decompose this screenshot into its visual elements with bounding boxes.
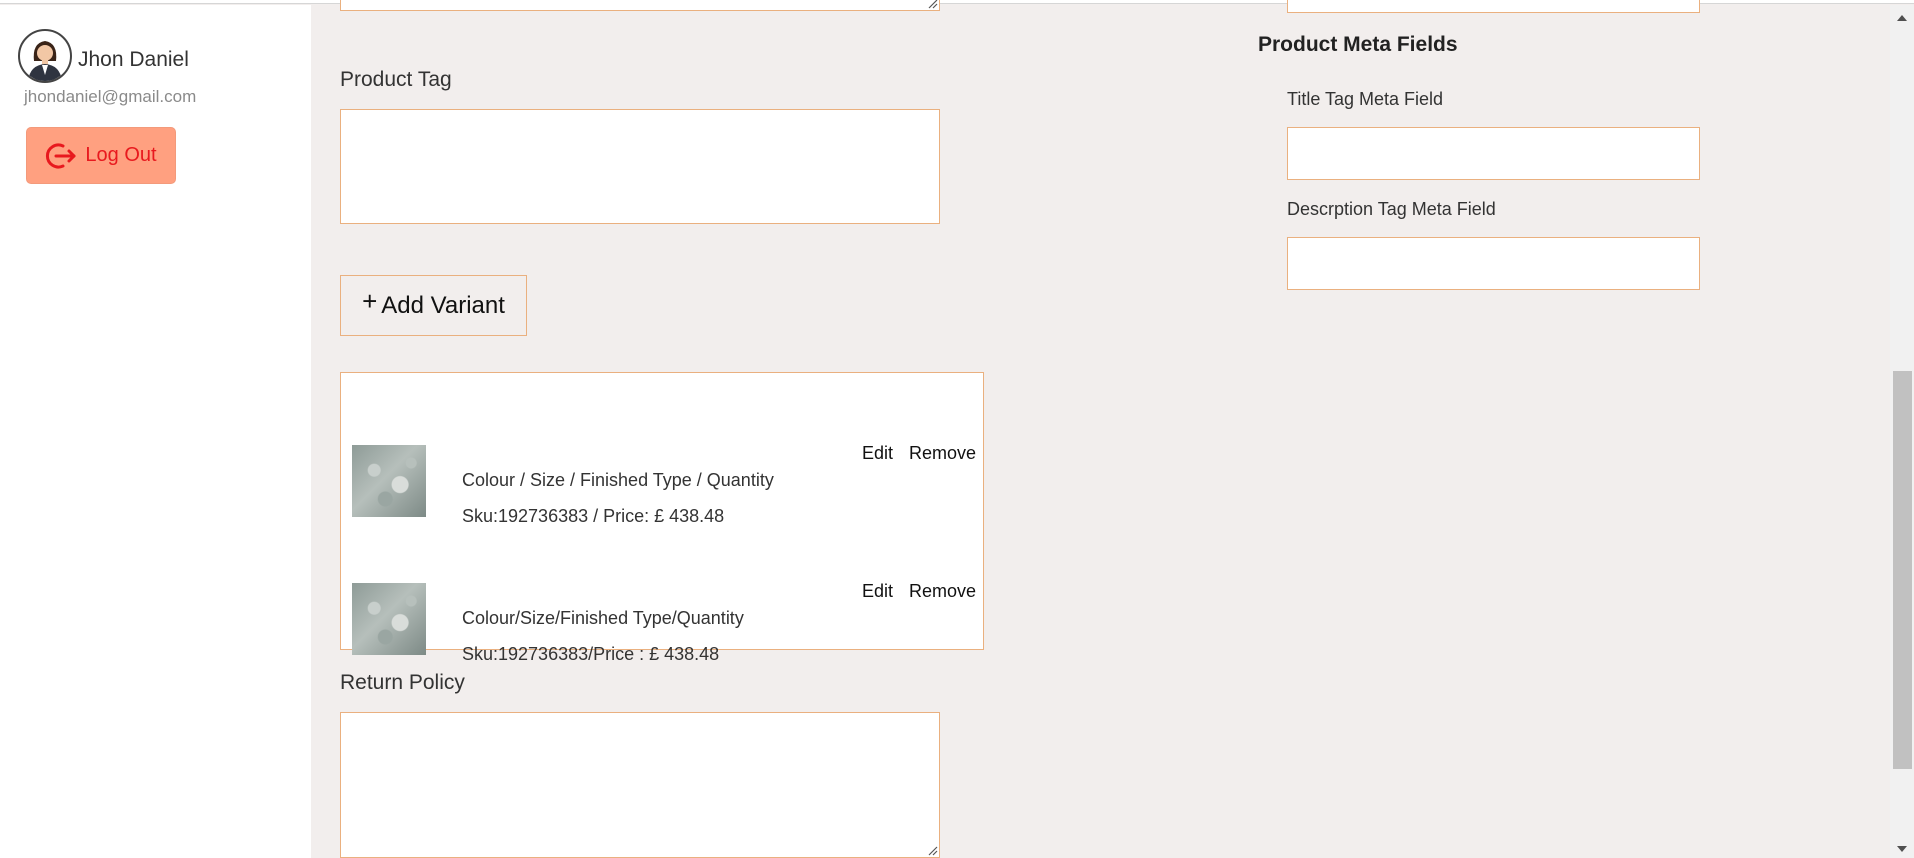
previous-meta-input[interactable] <box>1287 0 1700 13</box>
resize-grip-icon[interactable] <box>926 844 938 856</box>
variant-list: Edit Remove Colour / Size / Finished Typ… <box>340 372 984 664</box>
previous-textarea[interactable] <box>340 0 940 11</box>
add-variant-label: Add Variant <box>381 291 505 319</box>
edit-button[interactable]: Edit <box>862 581 893 602</box>
variant-thumbnail <box>352 445 426 517</box>
logout-label: Log Out <box>85 144 157 166</box>
scroll-up-icon[interactable] <box>1897 15 1907 21</box>
variant-title: Colour/Size/Finished Type/Quantity <box>462 608 744 628</box>
return-policy-label: Return Policy <box>340 671 465 694</box>
variant-sku-price: Sku:192736383 / Price: £ 438.48 <box>462 506 725 526</box>
return-policy-textarea[interactable] <box>340 712 940 858</box>
user-name: Jhon Daniel <box>78 48 189 71</box>
resize-grip-icon[interactable] <box>926 0 938 9</box>
plus-icon: + <box>362 286 378 316</box>
description-tag-label: Descrption Tag Meta Field <box>1287 199 1496 219</box>
title-tag-input[interactable] <box>1287 127 1700 180</box>
variant-title: Colour / Size / Finished Type / Quantity <box>462 470 774 490</box>
title-tag-label: Title Tag Meta Field <box>1287 89 1444 109</box>
list-item: Edit Remove Colour/Size/Finished Type/Qu… <box>341 541 983 664</box>
meta-fields-title: Product Meta Fields <box>1258 33 1458 56</box>
edit-button[interactable]: Edit <box>862 443 893 464</box>
product-tag-label: Product Tag <box>340 68 452 91</box>
remove-button[interactable]: Remove <box>909 443 976 464</box>
scrollbar-thumb[interactable] <box>1893 371 1912 769</box>
user-email: jhondaniel@gmail.com <box>24 87 197 106</box>
logout-button[interactable]: Log Out <box>26 127 176 184</box>
sidebar: Jhon Daniel jhondaniel@gmail.com Log Out <box>0 5 311 858</box>
woman-avatar-icon <box>18 29 72 83</box>
product-tag-input[interactable] <box>340 109 940 224</box>
remove-button[interactable]: Remove <box>909 581 976 602</box>
variant-sku-price: Sku:192736383/Price : £ 438.48 <box>462 644 720 664</box>
logout-icon <box>46 143 76 168</box>
variant-thumbnail <box>352 583 426 655</box>
description-tag-input[interactable] <box>1287 237 1700 290</box>
page-scrollbar[interactable] <box>1890 5 1914 858</box>
scroll-down-icon[interactable] <box>1897 846 1907 852</box>
add-variant-button[interactable]: + Add Variant <box>340 275 527 336</box>
list-item: Edit Remove Colour / Size / Finished Typ… <box>341 403 983 526</box>
